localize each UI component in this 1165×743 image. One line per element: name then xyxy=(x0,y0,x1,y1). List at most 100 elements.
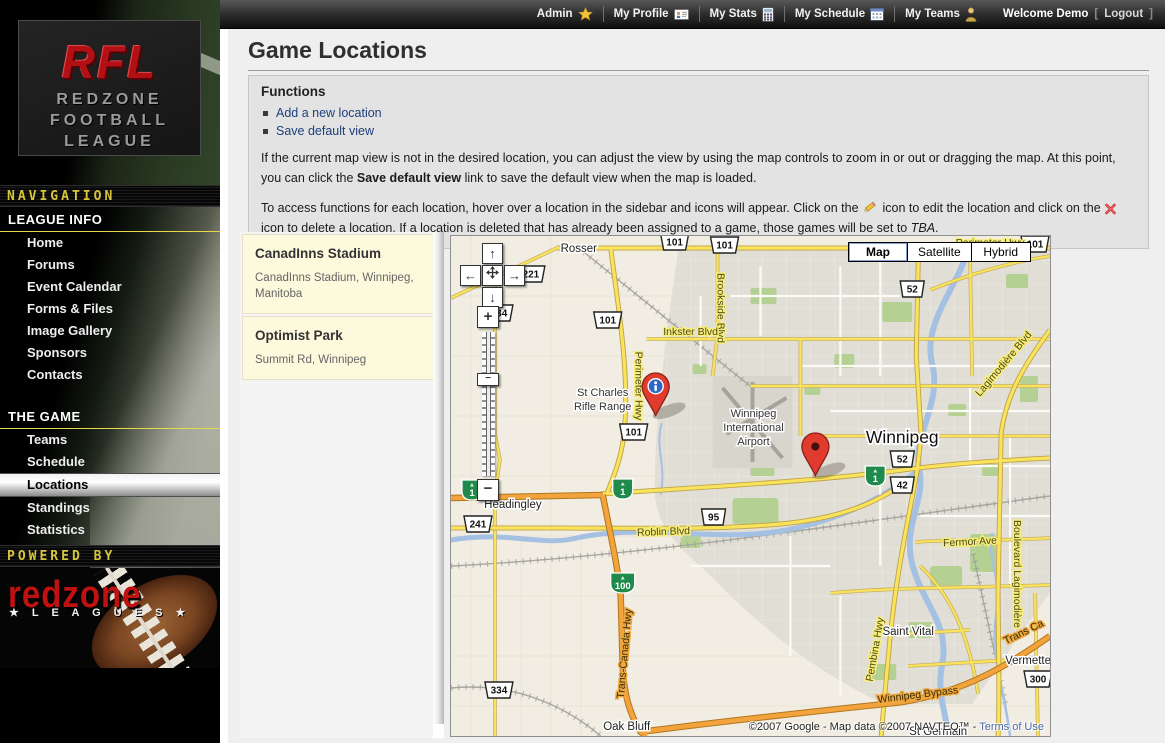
svg-text:101: 101 xyxy=(716,240,733,251)
p2-italic-tba: TBA xyxy=(911,221,935,235)
sidebar-item-image-gallery[interactable]: Image Gallery xyxy=(0,320,220,342)
location-address: CanadInns Stadium, Winnipeg, Manitoba xyxy=(255,270,431,302)
svg-text:101: 101 xyxy=(666,237,683,248)
sidebar: RFL REDZONE FOOTBALL LEAGUE NAVIGATION L… xyxy=(0,0,220,743)
map-zoom-slider-handle[interactable]: − xyxy=(477,373,499,386)
location-name: Optimist Park xyxy=(255,328,431,343)
p2-text-e: . xyxy=(935,221,938,235)
p1-text-c: link to save the default view when the m… xyxy=(461,171,756,185)
topbar: Admin My Profile My Stats My Schedule My… xyxy=(220,0,1165,29)
shield-trans-canada-1: 1 xyxy=(613,479,633,499)
main-content: Game Locations Functions Add a new locat… xyxy=(220,29,1165,743)
league-logo[interactable]: RFL REDZONE FOOTBALL LEAGUE xyxy=(18,20,201,156)
copyright-text: ©2007 Google - Map data ©2007 NAVTEQ™ - xyxy=(749,721,979,733)
shield-101: 101 xyxy=(711,237,739,253)
sidebar-item-schedule[interactable]: Schedule xyxy=(0,451,220,473)
welcome-text: Welcome Demo xyxy=(1003,8,1088,20)
map-pan-up-button[interactable]: ↑ xyxy=(482,243,503,264)
sidebar-section-the-game: THE GAME Teams Schedule Locations Standi… xyxy=(0,404,220,541)
sidebar-item-forums[interactable]: Forums xyxy=(0,254,220,276)
map-pan-center-button[interactable] xyxy=(482,265,503,286)
title-divider xyxy=(248,70,1149,71)
map-type-satellite-button[interactable]: Satellite xyxy=(907,242,972,262)
locations-scrollbar-corner xyxy=(433,724,444,738)
person-icon xyxy=(965,7,977,22)
league-logo-line2: FOOTBALL xyxy=(19,110,200,131)
shield-334: 334 xyxy=(485,682,513,698)
topbar-my-schedule-link[interactable]: My Schedule xyxy=(784,6,894,22)
page: RFL REDZONE FOOTBALL LEAGUE NAVIGATION L… xyxy=(0,0,1165,743)
p1-bold-save-default-view: Save default view xyxy=(357,171,461,185)
map-label-st-charles-2: Rifle Range xyxy=(574,401,631,413)
shield-300: 300 xyxy=(1024,671,1050,687)
bullet-icon xyxy=(263,111,268,116)
bullet-icon xyxy=(263,129,268,134)
sidebar-item-contacts[interactable]: Contacts xyxy=(0,364,220,386)
sidebar-item-teams[interactable]: Teams xyxy=(0,429,220,451)
logout-bracket-close: ] xyxy=(1149,8,1153,20)
map-pan-left-button[interactable]: ← xyxy=(460,265,481,286)
map-zoom-out-button[interactable]: − xyxy=(477,479,499,501)
location-card-canadinns[interactable]: CanadInns Stadium CanadInns Stadium, Win… xyxy=(242,234,442,314)
svg-text:101: 101 xyxy=(599,315,616,326)
map-zoom-slider[interactable] xyxy=(482,332,495,476)
navigation-strip: NAVIGATION xyxy=(0,185,220,207)
location-name: CanadInns Stadium xyxy=(255,246,431,261)
map-zoom-in-button[interactable]: + xyxy=(477,306,499,328)
map-type-map-button[interactable]: Map xyxy=(848,242,908,262)
functions-paragraph-1: If the current map view is not in the de… xyxy=(261,148,1136,188)
svg-text:42: 42 xyxy=(897,480,909,491)
map-label-vermette: Vermette xyxy=(1005,655,1050,667)
sidebar-item-sponsors[interactable]: Sponsors xyxy=(0,342,220,364)
add-location-link[interactable]: Add a new location xyxy=(276,106,382,120)
terms-of-use-link[interactable]: Terms of Use xyxy=(979,721,1044,733)
svg-text:52: 52 xyxy=(897,454,909,465)
svg-text:1: 1 xyxy=(469,488,475,499)
shield-42: 42 xyxy=(890,477,914,493)
sidebar-item-locations[interactable]: Locations xyxy=(0,473,220,497)
map-pan-right-button[interactable]: → xyxy=(504,265,525,286)
calculator-icon xyxy=(762,7,774,22)
logout-bracket-open: [ xyxy=(1094,8,1098,20)
shield-52: 52 xyxy=(900,281,924,297)
shield-101: 101 xyxy=(661,236,689,250)
redzone-leagues-logo[interactable]: redzone ★ L E A G U E S ★ xyxy=(0,568,220,668)
locations-list-panel: CanadInns Stadium CanadInns Stadium, Win… xyxy=(240,232,444,738)
map-label-boulevard-lagimodiere: Boulevard Lagimodière xyxy=(1011,520,1022,628)
delete-x-icon xyxy=(1104,203,1117,215)
map-pan-down-button[interactable]: ↓ xyxy=(482,287,503,308)
svg-text:300: 300 xyxy=(1030,674,1047,685)
map-label-inkster: Inkster Blvd xyxy=(663,327,718,338)
svg-text:1: 1 xyxy=(620,487,626,498)
page-title: Game Locations xyxy=(248,37,427,64)
save-default-view-link[interactable]: Save default view xyxy=(276,124,374,138)
topbar-my-teams-link[interactable]: My Teams xyxy=(894,6,987,22)
locations-scrollbar[interactable] xyxy=(433,232,444,724)
location-card-optimist-park[interactable]: Optimist Park Summit Rd, Winnipeg xyxy=(242,316,442,380)
map-label-roblin: Roblin Blvd xyxy=(637,526,691,539)
arrow-right-icon: → xyxy=(508,268,521,283)
sidebar-item-standings[interactable]: Standings xyxy=(0,497,220,519)
league-logo-line1: REDZONE xyxy=(19,89,200,110)
map-label-airport-3: Airport xyxy=(737,436,769,448)
location-address: Summit Rd, Winnipeg xyxy=(255,352,431,368)
map-label-airport-1: Winnipeg xyxy=(731,408,777,420)
star-icon xyxy=(578,7,593,22)
arrow-left-icon: ← xyxy=(464,268,477,283)
logout-link[interactable]: Logout xyxy=(1104,8,1143,20)
map-label-rosser: Rosser xyxy=(561,243,598,255)
map-canvas[interactable]: 101 101 101 101 101 221 334 334 52 52 42… xyxy=(451,236,1050,736)
sidebar-item-event-calendar[interactable]: Event Calendar xyxy=(0,276,220,298)
sidebar-item-home[interactable]: Home xyxy=(0,232,220,254)
id-card-icon xyxy=(674,8,689,21)
sidebar-item-forms-files[interactable]: Forms & Files xyxy=(0,298,220,320)
shield-101: 101 xyxy=(620,424,648,440)
topbar-my-stats-link[interactable]: My Stats xyxy=(699,6,784,22)
sidebar-item-statistics[interactable]: Statistics xyxy=(0,519,220,541)
svg-text:101: 101 xyxy=(625,427,642,438)
map-type-hybrid-button[interactable]: Hybrid xyxy=(971,242,1031,262)
svg-text:1: 1 xyxy=(873,474,879,485)
topbar-my-profile-link[interactable]: My Profile xyxy=(603,6,699,22)
map-label-oak-bluff: Oak Bluff xyxy=(603,721,651,733)
topbar-admin-link[interactable]: Admin xyxy=(527,6,603,22)
